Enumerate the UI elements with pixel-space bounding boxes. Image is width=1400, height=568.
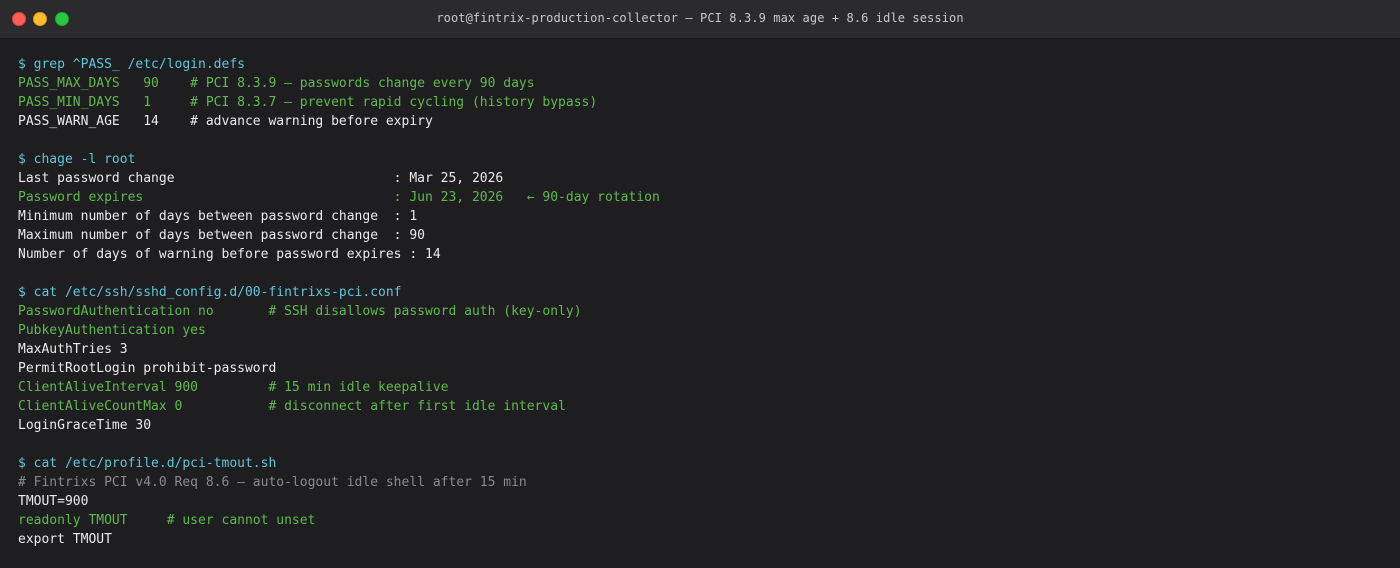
terminal-output-line: PASS_MIN_DAYS 1 # PCI 8.3.7 — prevent ra… [18, 95, 598, 110]
terminal-output[interactable]: $ grep ^PASS_ /etc/login.defs PASS_MAX_DA… [18, 55, 660, 549]
terminal-command-line: $ cat /etc/ssh/sshd_config.d/00-fintrixs… [18, 285, 402, 300]
terminal-output-line: Minimum number of days between password … [18, 209, 418, 224]
terminal-output-line: ClientAliveCountMax 0 # disconnect after… [18, 399, 566, 414]
window-title: root@fintrix-production-collector — PCI … [436, 11, 964, 25]
terminal-output-line: readonly TMOUT # user cannot unset [18, 513, 316, 528]
terminal-output-line: TMOUT=900 [18, 494, 89, 509]
terminal-output-line: Last password change : Mar 25, 2026 [18, 171, 504, 186]
terminal-output-line: Number of days of warning before passwor… [18, 247, 441, 262]
terminal-output-line: Password expires : Jun 23, 2026 ← 90-day… [18, 190, 660, 205]
title-bar[interactable]: root@fintrix-production-collector — PCI … [0, 0, 1400, 39]
terminal-output-line: export TMOUT [18, 532, 112, 547]
terminal-command-line: $ grep ^PASS_ /etc/login.defs [18, 57, 245, 72]
terminal-output-line: LoginGraceTime 30 [18, 418, 152, 433]
terminal-output-line: ClientAliveInterval 900 # 15 min idle ke… [18, 380, 449, 395]
terminal-output-line: PasswordAuthentication no # SSH disallow… [18, 304, 582, 319]
terminal-output-line: Maximum number of days between password … [18, 228, 425, 243]
terminal-command-line: $ cat /etc/profile.d/pci-tmout.sh [18, 456, 277, 471]
terminal-output-line: # Fintrixs PCI v4.0 Req 8.6 — auto-logou… [18, 475, 527, 490]
terminal-output-line: PASS_MAX_DAYS 90 # PCI 8.3.9 — passwords… [18, 76, 535, 91]
terminal-output-line: PermitRootLogin prohibit-password [18, 361, 277, 376]
terminal-command-line: $ chage -l root [18, 152, 136, 167]
terminal-output-line: PubkeyAuthentication yes [18, 323, 206, 338]
terminal-window: root@fintrix-production-collector — PCI … [0, 0, 1400, 568]
terminal-output-line: PASS_WARN_AGE 14 # advance warning befor… [18, 114, 433, 129]
terminal-output-line: MaxAuthTries 3 [18, 342, 128, 357]
